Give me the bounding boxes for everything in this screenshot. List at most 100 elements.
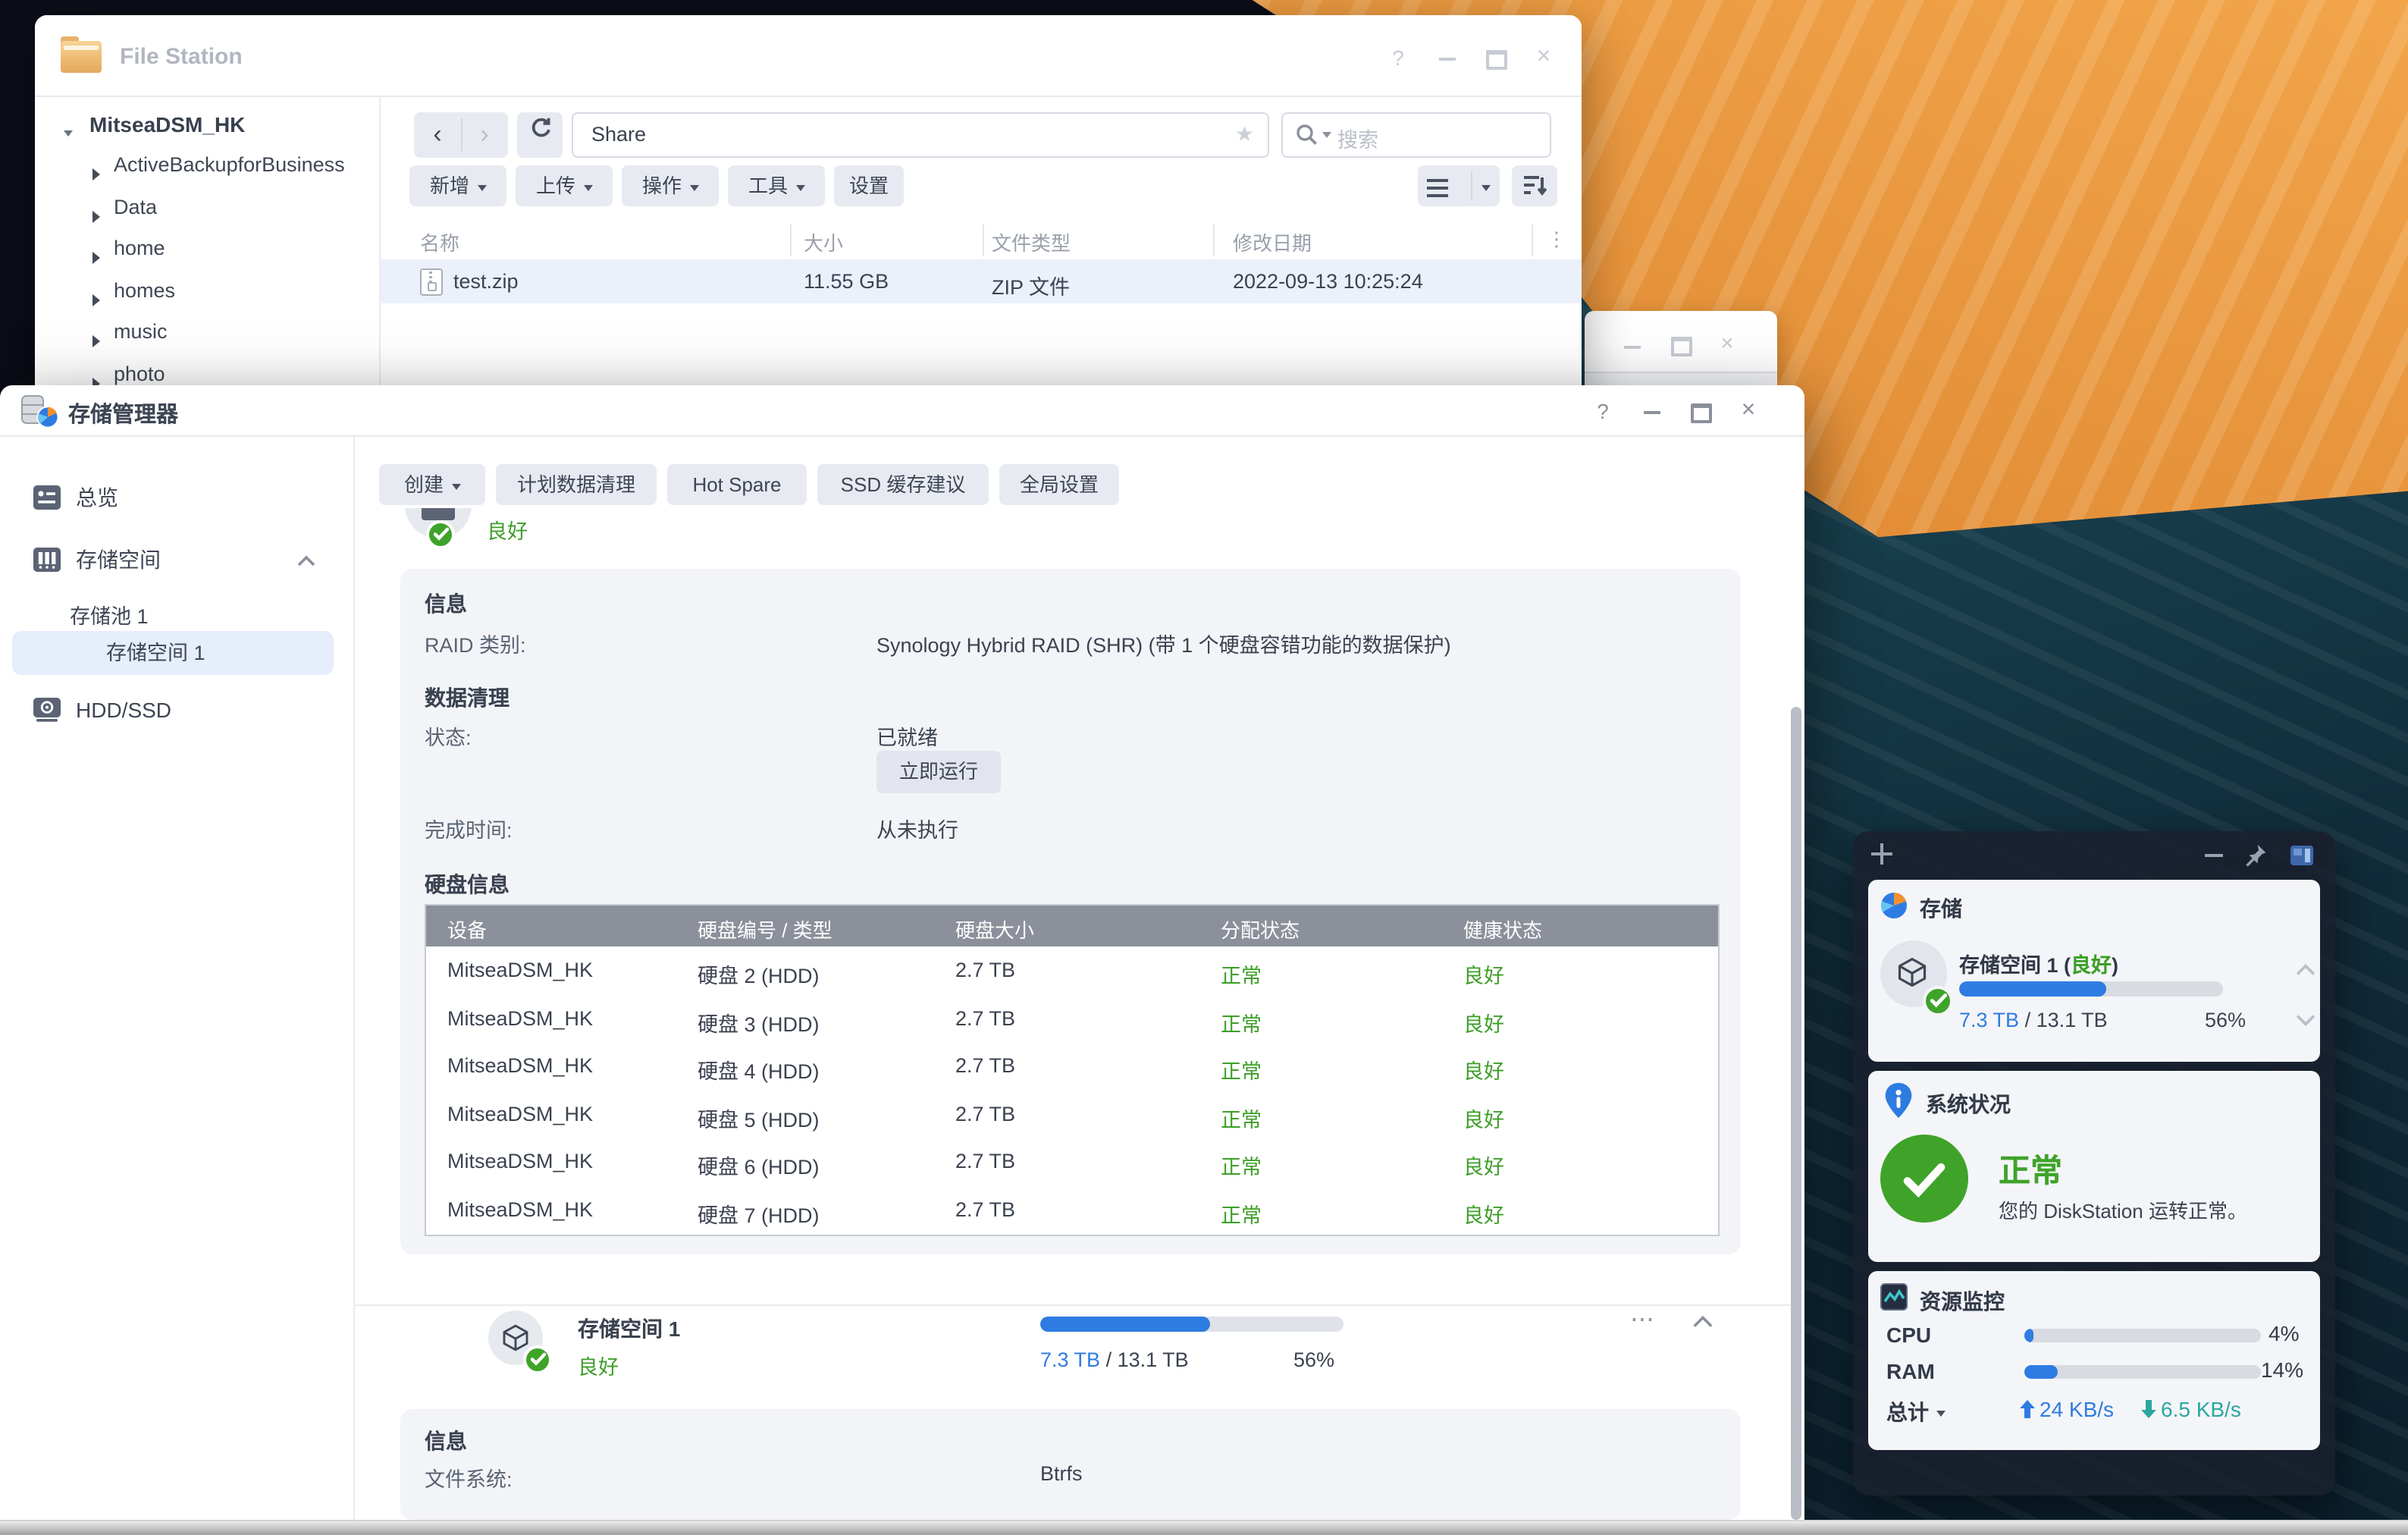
disk-row[interactable]: MitseaDSM_HK 硬盘 6 (HDD) 2.7 TB 正常 良好 [426,1138,1718,1186]
chevron-up-icon[interactable] [297,555,315,567]
used-capacity[interactable]: 7.3 TB [1040,1348,1100,1371]
sort-icon [1522,173,1547,197]
cpu-usage-bar [2024,1329,2261,1342]
refresh-icon [528,117,552,141]
current-path: Share [591,123,646,146]
create-button[interactable]: 创建 [379,464,485,505]
search-input[interactable]: 搜索 [1281,112,1551,158]
storage-manager-window: 存储管理器 ? × 总览 [0,385,1804,1520]
file-station-title: File Station [120,44,243,70]
network-upload: 24 KB/s [2020,1397,2114,1421]
column-options-icon[interactable]: ⋮ [1547,228,1566,252]
caret-down-icon[interactable] [1482,184,1491,190]
upload-arrow-icon [2020,1400,2035,1418]
sort-button[interactable] [1512,165,1557,206]
file-station-titlebar[interactable]: File Station ? × [35,15,1582,97]
column-type[interactable]: 文件类型 [992,228,1071,256]
search-scope-caret-icon[interactable] [1322,132,1331,138]
background-window[interactable]: × [1585,311,1777,385]
maximize-icon[interactable] [1486,50,1507,70]
refresh-button[interactable] [517,112,563,158]
disk-row[interactable]: MitseaDSM_HK 硬盘 2 (HDD) 2.7 TB 正常 良好 [426,946,1718,994]
minimize-icon[interactable] [1644,411,1660,414]
help-icon[interactable]: ? [1591,399,1615,423]
cube-icon [500,1323,531,1353]
health-status-text: 正常 [1999,1147,2062,1192]
storage-manager-titlebar[interactable]: 存储管理器 ? × [0,385,1804,437]
ssd-cache-advisor-button[interactable]: SSD 缓存建议 [817,464,989,505]
disk-row[interactable]: MitseaDSM_HK 硬盘 5 (HDD) 2.7 TB 正常 良好 [426,1091,1718,1138]
healthy-check-badge [523,1345,552,1374]
maximize-icon[interactable] [1671,337,1692,356]
minimize-icon[interactable] [1439,58,1456,61]
file-size: 11.55 GB [804,270,889,293]
widget-title: 资源监控 [1920,1286,2005,1317]
file-row-selected[interactable]: test.zip 11.55 GB ZIP 文件 2022-09-13 10:2… [381,259,1582,303]
file-modified: 2022-09-13 10:25:24 [1233,270,1423,293]
new-button[interactable]: 新增 [409,165,506,206]
volume-status: 良好 [487,514,528,545]
ram-label: RAM [1886,1359,1935,1383]
volume-detail-card: 信息 RAID 类别: Synology Hybrid RAID (SHR) (… [400,569,1741,1254]
view-mode-button[interactable] [1418,165,1500,206]
add-widget-icon[interactable] [1871,843,1892,865]
volume-percent: 56% [1293,1348,1334,1371]
data-scrubbing-button[interactable]: 计划数据清理 [496,464,657,505]
taskbar-strip[interactable] [0,1520,2408,1535]
storage-manager-title: 存储管理器 [68,397,178,429]
column-size[interactable]: 大小 [804,228,843,256]
forward-button[interactable]: › [461,112,508,158]
maximize-icon[interactable] [1691,403,1712,423]
action-button[interactable]: 操作 [622,165,719,206]
widget-title: 存储 [1920,893,1962,924]
disk-row[interactable]: MitseaDSM_HK 硬盘 3 (HDD) 2.7 TB 正常 良好 [426,994,1718,1042]
widget-title: 系统状况 [1926,1089,2011,1119]
scrolled-volume-peek: 良好 [355,508,1791,549]
scrollbar-thumb[interactable] [1791,707,1801,1520]
network-total-dropdown[interactable]: 总计 [1886,1397,1946,1427]
next-volume-chevron-icon[interactable] [2296,1013,2316,1027]
volume-status: 良好 [578,1350,619,1380]
download-arrow-icon [2141,1400,2156,1418]
sidebar-item-volume-group[interactable]: 存储空间 [0,538,353,581]
system-health-widget: 系统状况 正常 您的 DiskStation 运转正常。 [1868,1071,2320,1262]
minimize-icon[interactable] [1624,346,1641,349]
caret-down-icon [795,184,804,190]
previous-volume-chevron-icon[interactable] [2296,963,2316,977]
hdd-icon [33,698,61,722]
run-now-button[interactable]: 立即运行 [876,751,1001,793]
column-modified[interactable]: 修改日期 [1233,228,1312,256]
hot-spare-button[interactable]: Hot Spare [667,464,807,505]
more-options-icon[interactable]: ⋯ [1630,1304,1656,1335]
upload-button[interactable]: 上传 [516,165,613,206]
resource-monitor-icon [1880,1283,1908,1311]
global-settings-button[interactable]: 全局设置 [999,464,1119,505]
disk-row[interactable]: MitseaDSM_HK 硬盘 7 (HDD) 2.7 TB 正常 良好 [426,1186,1718,1234]
sidebar-item-overview[interactable]: 总览 [0,476,353,519]
health-status-circle [1880,1135,1968,1223]
pin-panel-icon[interactable] [2241,842,2268,869]
tools-button[interactable]: 工具 [728,165,825,206]
healthy-check-badge [426,520,455,549]
help-icon[interactable]: ? [1386,46,1410,70]
back-button[interactable]: ‹ [414,112,461,158]
cpu-label: CPU [1886,1323,1931,1347]
path-input[interactable]: Share ★ [572,112,1269,158]
close-icon[interactable]: × [1715,332,1739,356]
collapse-chevron-icon[interactable] [1692,1315,1714,1329]
total-capacity: 13.1 TB [1118,1348,1189,1371]
settings-button[interactable]: 设置 [834,165,904,206]
resource-monitor-widget: 资源监控 CPU 4% RAM 14% 总计 24 KB/s 6.5 KB/s [1868,1271,2320,1450]
minimize-panel-icon[interactable] [2205,854,2223,858]
check-icon [1900,1160,1949,1200]
column-name[interactable]: 名称 [420,228,459,256]
close-icon[interactable]: × [1532,46,1556,70]
sidebar-item-volume-1-selected[interactable]: 存储空间 1 [12,631,334,675]
panel-layout-icon[interactable] [2290,845,2314,866]
scrub-done-value: 从未执行 [876,813,958,843]
disk-row[interactable]: MitseaDSM_HK 硬盘 4 (HDD) 2.7 TB 正常 良好 [426,1042,1718,1090]
close-icon[interactable]: × [1736,399,1761,423]
overview-icon [33,485,61,510]
sidebar-item-hdd-ssd[interactable]: HDD/SSD [0,689,353,731]
favorite-star-icon[interactable]: ★ [1235,121,1254,147]
